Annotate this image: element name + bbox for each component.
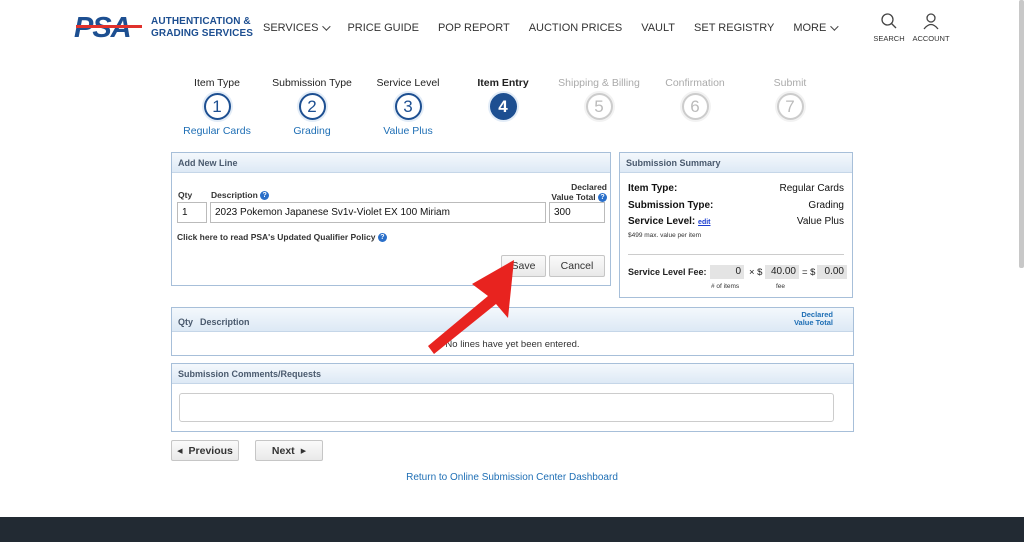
- step-submit: Submit 7: [735, 77, 845, 120]
- search-icon: [881, 13, 897, 29]
- times-sign: × $: [749, 267, 763, 278]
- step-number: 1: [203, 93, 231, 120]
- divider: [628, 254, 844, 255]
- max-value-note: $499 max. value per item: [628, 232, 701, 239]
- red-arrow-annotation: [428, 260, 514, 354]
- comments-textarea[interactable]: [179, 393, 834, 422]
- progress-steps: Item Type 1 Regular Cards Submission Typ…: [0, 76, 1024, 140]
- description-input[interactable]: 2023 Pokemon Japanese Sv1v-Violet EX 100…: [210, 202, 546, 223]
- scrollbar[interactable]: [1019, 0, 1024, 268]
- previous-button[interactable]: ◀ Previous: [171, 440, 239, 461]
- chevron-down-icon: [322, 22, 332, 31]
- service-level-fee-label: Service Level Fee:: [628, 267, 707, 277]
- nav-services[interactable]: SERVICES: [263, 22, 332, 34]
- submission-summary-panel: Submission Summary Item Type: Regular Car…: [619, 152, 853, 298]
- nav-auction-prices[interactable]: AUCTION PRICES: [529, 22, 623, 34]
- step-submission-type-value: Grading: [293, 125, 331, 137]
- qualifier-policy-link[interactable]: Click here to read PSA's Updated Qualifi…: [177, 232, 387, 243]
- fee-value: 40.00: [765, 265, 799, 279]
- psa-logo[interactable]: PSA: [74, 13, 146, 41]
- account-label: ACCOUNT: [912, 34, 950, 43]
- nav-vault[interactable]: VAULT: [641, 22, 675, 34]
- edit-service-level-link[interactable]: edit: [698, 219, 710, 226]
- search-label: SEARCH: [873, 34, 905, 43]
- items-count: 0: [710, 265, 744, 279]
- step-submission-type[interactable]: Submission Type 2 Grading: [257, 77, 367, 137]
- help-icon[interactable]: ?: [598, 193, 607, 203]
- site-footer: [0, 517, 1024, 542]
- brand-name: AUTHENTICATION & GRADING SERVICES: [151, 16, 253, 39]
- panel-title: Add New Line: [172, 153, 610, 173]
- step-item-type[interactable]: Item Type 1 Regular Cards: [162, 77, 272, 137]
- step-number: 5: [585, 93, 613, 120]
- step-number: 3: [394, 93, 422, 120]
- step-number: 4: [489, 93, 517, 120]
- step-item-entry: Item Entry 4: [448, 77, 558, 120]
- step-service-level[interactable]: Service Level 3 Value Plus: [353, 77, 463, 137]
- summary-submission-type: Submission Type: Grading: [628, 200, 844, 211]
- equals-sign: = $: [802, 267, 816, 278]
- qty-label: Qty: [178, 190, 193, 200]
- nav-more[interactable]: MORE: [793, 22, 839, 34]
- qty-column-header: Qty: [178, 317, 194, 327]
- step-shipping-billing: Shipping & Billing 5: [544, 77, 654, 120]
- cancel-button[interactable]: Cancel: [549, 255, 605, 277]
- panel-title: Submission Comments/Requests: [172, 364, 853, 384]
- step-confirmation: Confirmation 6: [640, 77, 750, 120]
- qty-input[interactable]: 1: [177, 202, 207, 223]
- help-icon: ?: [377, 233, 387, 243]
- chevron-left-icon: ◀: [177, 447, 183, 455]
- nav-set-registry[interactable]: SET REGISTRY: [694, 22, 774, 34]
- declared-value-label: Declared Value Total ?: [551, 182, 607, 203]
- declared-column-header: Declared Value Total: [793, 310, 833, 327]
- account-button[interactable]: ACCOUNT: [906, 12, 956, 43]
- nav-price-guide[interactable]: PRICE GUIDE: [347, 22, 419, 34]
- description-column-header: Description: [200, 317, 250, 327]
- site-header: PSA AUTHENTICATION & GRADING SERVICES SE…: [0, 0, 1024, 60]
- account-icon: [923, 13, 939, 30]
- next-button[interactable]: Next ▶: [255, 440, 323, 461]
- chevron-right-icon: ▶: [300, 447, 307, 455]
- summary-service-level: Service Level: edit Value Plus: [628, 216, 844, 227]
- comments-panel: Submission Comments/Requests: [171, 363, 854, 432]
- summary-item-type: Item Type: Regular Cards: [628, 183, 844, 194]
- step-number: 2: [298, 93, 326, 120]
- help-icon[interactable]: ?: [260, 191, 270, 201]
- step-number: 6: [681, 93, 709, 120]
- nav-pop-report[interactable]: POP REPORT: [438, 22, 510, 34]
- chevron-down-icon: [830, 22, 839, 31]
- add-new-line-panel: Add New Line Qty Description ? Declared V…: [171, 152, 611, 286]
- step-number: 7: [776, 93, 804, 120]
- total-value: 0.00: [817, 265, 847, 279]
- dashboard-link[interactable]: Return to Online Submission Center Dashb…: [0, 472, 1024, 483]
- main-nav: SERVICES PRICE GUIDE POP REPORT AUCTION …: [263, 22, 855, 34]
- panel-title: Submission Summary: [620, 153, 852, 173]
- description-label: Description ?: [211, 190, 270, 201]
- step-service-level-value: Value Plus: [383, 125, 433, 137]
- fee-caption: fee: [776, 283, 786, 290]
- items-caption: # of items: [711, 283, 740, 290]
- step-item-type-value: Regular Cards: [183, 125, 251, 137]
- declared-value-input[interactable]: 300: [549, 202, 605, 223]
